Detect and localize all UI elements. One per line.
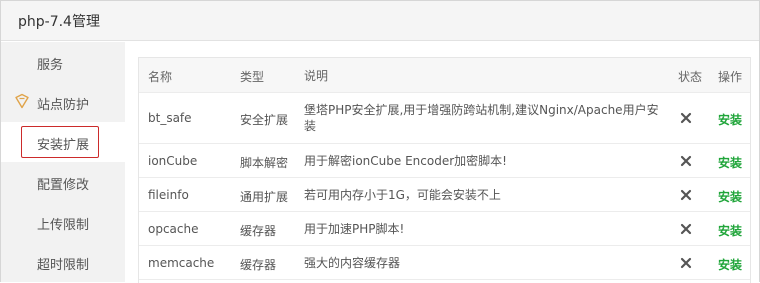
main-content: 名称 类型 说明 状态 操作 bt_safe 安全扩展 堡塔PHP安全扩展,用于… [125,42,759,283]
php-manager-window: php-7.4管理 服务 站点防护 安装扩展 配置修改 上传限制 超时限制 名称… [0,0,760,283]
shield-icon [15,93,29,109]
table-row: ionCube 脚本解密 用于解密ionCube Encoder加密脚本! 安装 [139,144,750,178]
ext-name: opcache [148,222,199,236]
ext-description: 用于解密ionCube Encoder加密脚本! [304,154,507,168]
sidebar-item-label: 站点防护 [37,98,90,113]
install-button[interactable]: 安装 [718,111,742,128]
x-icon [680,112,692,124]
ext-description: 若可用内存小于1G，可能会安装不上 [304,188,501,202]
x-icon [680,223,692,235]
install-button[interactable]: 安装 [718,222,742,239]
install-button[interactable]: 安装 [718,256,742,273]
sidebar-item-site-protection[interactable]: 站点防护 [1,82,125,122]
window-titlebar: php-7.4管理 [1,1,759,41]
sidebar-item-install-extensions[interactable]: 安装扩展 [1,122,125,162]
sidebar-item-label: 上传限制 [37,218,90,233]
ext-type: 安全扩展 [240,113,289,127]
ext-name: ionCube [148,154,198,168]
table-header-row: 名称 类型 说明 状态 操作 [139,58,750,93]
ext-type: 通用扩展 [240,190,289,204]
ext-type: 脚本解密 [240,156,289,170]
sidebar-item-label: 配置修改 [37,178,90,193]
table-row: opcache 缓存器 用于加速PHP脚本! 安装 [139,212,750,246]
install-button[interactable]: 安装 [718,188,742,205]
header-state: 状态 [678,70,703,84]
ext-description: 堡塔PHP安全扩展,用于增强防跨站机制,建议Nginx/Apache用户安装 [304,103,659,133]
sidebar-item-service[interactable]: 服务 [1,42,125,82]
x-icon [680,257,692,269]
ext-type: 缓存器 [240,258,277,272]
ext-name: memcache [148,256,215,270]
table-row: memcache 缓存器 强大的内容缓存器 安装 [139,246,750,280]
sidebar-item-label: 服务 [37,58,64,73]
sidebar-item-config-edit[interactable]: 配置修改 [1,162,125,202]
x-icon [680,189,692,201]
header-operation: 操作 [718,70,743,84]
ext-description: 用于加速PHP脚本! [304,222,405,236]
header-type: 类型 [240,70,265,84]
table-row: bt_safe 安全扩展 堡塔PHP安全扩展,用于增强防跨站机制,建议Nginx… [139,93,750,144]
window-title: php-7.4管理 [18,14,100,30]
ext-name: fileinfo [148,188,189,202]
install-button[interactable]: 安装 [718,154,742,171]
sidebar-item-upload-limit[interactable]: 上传限制 [1,202,125,242]
ext-type: 缓存器 [240,224,277,238]
ext-name: bt_safe [148,111,192,125]
ext-description: 强大的内容缓存器 [304,256,401,270]
table-row: fileinfo 通用扩展 若可用内存小于1G，可能会安装不上 安装 [139,178,750,212]
sidebar: 服务 站点防护 安装扩展 配置修改 上传限制 超时限制 [1,42,125,282]
header-name: 名称 [148,70,173,84]
sidebar-item-label: 安装扩展 [37,138,90,153]
header-description: 说明 [304,69,329,83]
sidebar-item-timeout-limit[interactable]: 超时限制 [1,242,125,282]
x-icon [680,155,692,167]
extensions-table: 名称 类型 说明 状态 操作 bt_safe 安全扩展 堡塔PHP安全扩展,用于… [138,57,751,283]
sidebar-item-label: 超时限制 [37,258,90,273]
